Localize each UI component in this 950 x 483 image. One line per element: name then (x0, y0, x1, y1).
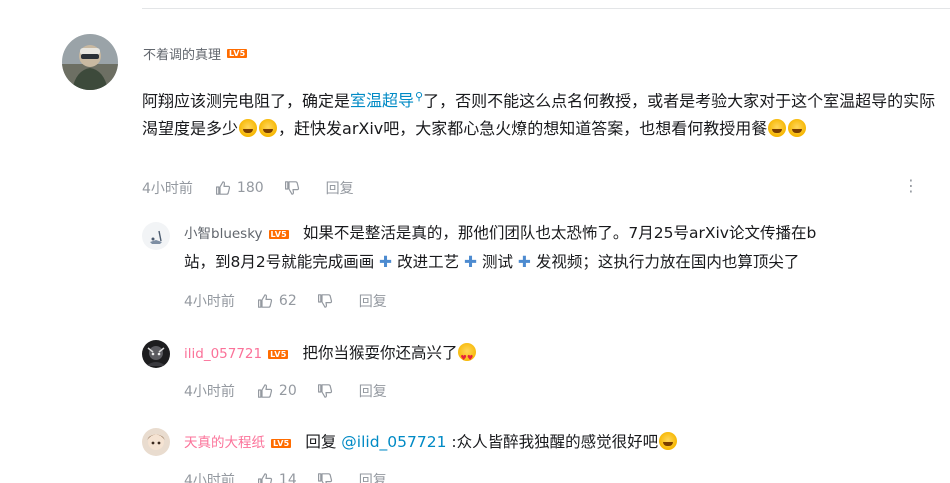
grin-emoji-icon (788, 119, 807, 138)
reply-text: 改进工艺 (397, 253, 460, 271)
like-button[interactable]: 14 (257, 472, 297, 483)
emoji-icon (259, 119, 278, 138)
reply-button[interactable]: 回复 (326, 178, 354, 198)
username[interactable]: ilid_057721 (184, 346, 262, 362)
more-vertical-icon[interactable]: ⋮ (903, 178, 919, 194)
like-count: 14 (278, 472, 297, 483)
reply-text: 如果不是整活是真的，那他们团队也太恐怖了。7月25号arXiv论文传播在b (302, 224, 817, 242)
like-button[interactable]: 62 (257, 293, 297, 309)
reply-button[interactable]: 回复 (359, 291, 387, 311)
like-count: 62 (278, 293, 297, 309)
reply-meta: 4小时前 20 回复 (184, 381, 387, 401)
comment-text: 阿翔应该测完电阻了，确定是室温超导⚲了，否则不能这么点名何教授，或者是考验大家对… (142, 83, 942, 143)
avatar[interactable] (142, 222, 170, 250)
thumb-up-icon (257, 384, 273, 398)
heart-eyes-emoji-icon (458, 343, 477, 372)
search-icon: ⚲ (415, 90, 424, 103)
reply-button[interactable]: 回复 (359, 470, 387, 483)
plus-icon: ✚ (517, 253, 531, 271)
like-count: 180 (236, 180, 264, 196)
avatar[interactable] (62, 34, 118, 90)
divider (142, 8, 950, 9)
reply-text: :众人皆醉我独醒的感觉很好吧 (446, 433, 659, 451)
reply-meta: 4小时前 14 回复 (184, 470, 387, 483)
thumb-down-icon (317, 294, 332, 308)
username[interactable]: 不着调的真理 (143, 44, 221, 63)
reply-text: 站，到8月2号就能完成画画 (184, 253, 375, 271)
comment-text-part: ，赶快发arXiv吧，大家都心急火燎的想知道答案，也想看何教授用餐 (278, 119, 768, 139)
reply-meta: 4小时前 62 回复 (184, 291, 387, 311)
reply-item: 天真的大程纸 LV5 回复 @ilid_057721 :众人皆醉我独醒的感觉很好吧 (184, 428, 944, 457)
reply-text: 把你当猴耍你还高兴了 (302, 344, 458, 362)
like-button[interactable]: 180 (215, 180, 264, 196)
thumb-up-icon (257, 294, 273, 308)
thumb-up-icon (215, 181, 231, 195)
like-count: 20 (278, 383, 297, 399)
reply-text: 发视频；这执行力放在国内也算顶尖了 (535, 253, 800, 271)
keyword-search-link[interactable]: 室温超导⚲ (350, 90, 424, 110)
avatar[interactable] (142, 428, 170, 456)
reply-item: 小智bluesky LV5 如果不是整活是真的，那他们团队也太恐怖了。7月25号ar… (184, 219, 944, 276)
dislike-button[interactable] (317, 472, 333, 483)
reply-prefix: 回复 (305, 433, 342, 451)
username[interactable]: 小智bluesky (184, 226, 263, 242)
username[interactable]: 天真的大程纸 (184, 435, 265, 451)
level-badge: LV5 (271, 439, 292, 448)
emoji-icon (239, 119, 258, 138)
dislike-button[interactable] (317, 383, 333, 399)
tongue-emoji-icon (659, 432, 678, 450)
thumb-up-icon (257, 473, 273, 483)
avatar[interactable] (142, 340, 170, 368)
dislike-button[interactable] (284, 180, 300, 196)
level-badge: LV5 (227, 49, 248, 58)
comment-text-part: 阿翔应该测完电阻了，确定是 (142, 91, 351, 111)
reply-item: ilid_057721 LV5 把你当猴耍你还高兴了 (184, 339, 944, 372)
dislike-button[interactable] (317, 293, 333, 309)
reply-button[interactable]: 回复 (359, 381, 387, 401)
plus-icon: ✚ (379, 253, 393, 271)
timestamp: 4小时前 (142, 181, 193, 197)
timestamp: 4小时前 (184, 294, 235, 310)
plus-icon: ✚ (464, 253, 478, 271)
thumb-down-icon (284, 181, 299, 195)
mention-link[interactable]: @ilid_057721 (341, 433, 446, 451)
comment-section: 不着调的真理 LV5 阿翔应该测完电阻了，确定是室温超导⚲了，否则不能这么点名何… (0, 0, 950, 483)
comment-author: 不着调的真理 LV5 (143, 44, 248, 63)
timestamp: 4小时前 (184, 473, 235, 483)
thumb-down-icon (317, 473, 332, 483)
level-badge: LV5 (268, 350, 289, 359)
level-badge: LV5 (268, 230, 289, 239)
timestamp: 4小时前 (184, 384, 235, 400)
grin-emoji-icon (768, 119, 787, 138)
reply-text: 测试 (482, 253, 514, 271)
like-button[interactable]: 20 (257, 383, 297, 399)
comment-meta: 4小时前 180 回复 (142, 178, 354, 198)
thumb-down-icon (317, 384, 332, 398)
